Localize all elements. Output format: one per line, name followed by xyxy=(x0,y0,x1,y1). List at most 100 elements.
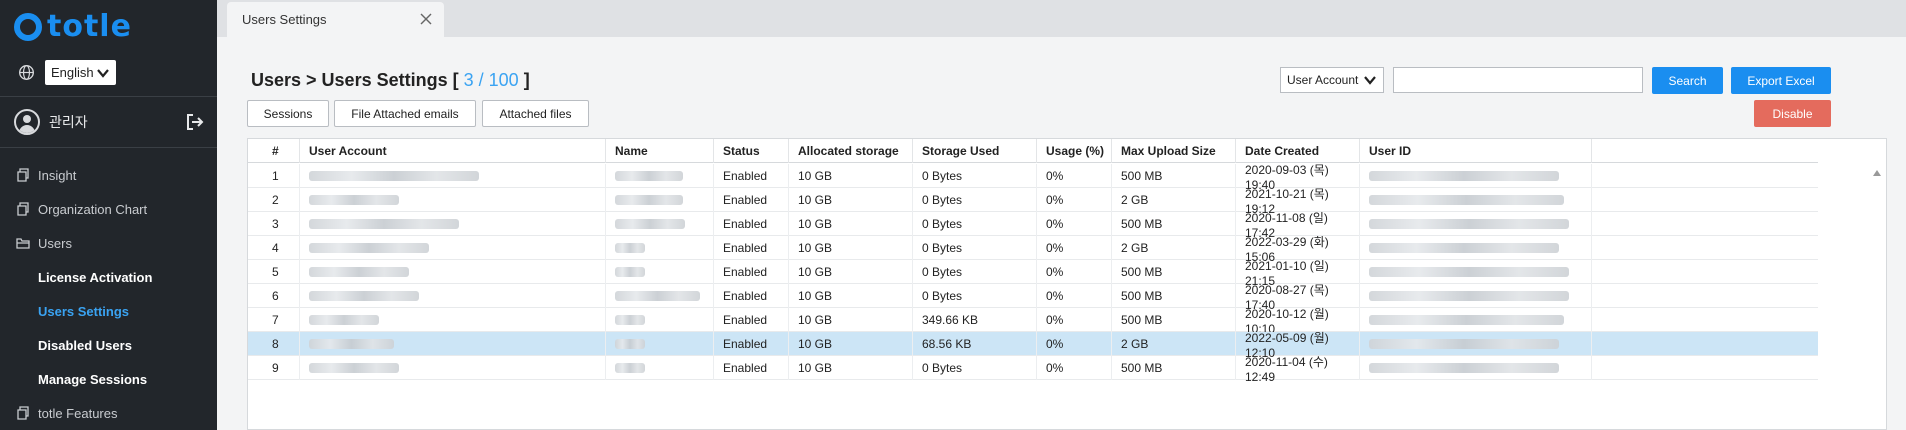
table-cell: 0% xyxy=(1037,356,1112,380)
table-cell: 4 xyxy=(248,236,300,260)
table-cell: Enabled xyxy=(714,260,789,284)
sidebar-item-license-activation[interactable]: License Activation xyxy=(0,260,217,294)
breadcrumb: Users > Users Settings xyxy=(251,70,448,90)
table-cell: 6 xyxy=(248,284,300,308)
document-icon xyxy=(17,168,29,182)
table-cell: 3 xyxy=(248,212,300,236)
redacted-cell xyxy=(606,164,714,188)
disable-label: Disable xyxy=(1772,106,1813,121)
sidebar-item-users-settings[interactable]: Users Settings xyxy=(0,294,217,328)
column-header[interactable]: Allocated storage xyxy=(789,139,913,163)
redacted-text xyxy=(1369,363,1559,373)
table-row[interactable]: 9 Enabled 10 GB 0 Bytes 0% 500 MB 2020-11-04 (… xyxy=(248,355,1886,384)
redacted-text xyxy=(309,315,379,325)
sidebar: totle English 관리자 Insight Organization C… xyxy=(0,0,217,430)
avatar[interactable] xyxy=(14,109,40,135)
language-select[interactable]: English xyxy=(45,60,116,85)
table-cell: 2 GB xyxy=(1112,236,1236,260)
table-row[interactable]: 6 Enabled 10 GB 0 Bytes 0% 500 MB 2020-08-27 (… xyxy=(248,283,1886,312)
redacted-text xyxy=(1369,339,1559,349)
table-cell: 500 MB xyxy=(1112,212,1236,236)
redacted-text xyxy=(615,195,683,205)
chevron-down-icon xyxy=(1364,76,1376,85)
logout-icon[interactable] xyxy=(186,113,204,131)
redacted-text xyxy=(615,315,645,325)
table-cell: 1 xyxy=(248,164,300,188)
table-row[interactable]: 8 Enabled 10 GB 68.56 KB 0% 2 GB 2022-05-09 (월… xyxy=(248,331,1886,360)
redacted-cell xyxy=(1360,188,1592,212)
redacted-text xyxy=(309,339,394,349)
column-header[interactable]: User Account xyxy=(300,139,606,163)
table-cell: 10 GB xyxy=(789,308,913,332)
scroll-up-icon[interactable] xyxy=(1872,169,1882,177)
close-icon[interactable] xyxy=(420,13,432,25)
table-cell: 7 xyxy=(248,308,300,332)
export-excel-button[interactable]: Export Excel xyxy=(1731,67,1831,94)
table-cell: 10 GB xyxy=(789,356,913,380)
disable-button[interactable]: Disable xyxy=(1754,100,1831,127)
table-row[interactable]: 5 Enabled 10 GB 0 Bytes 0% 500 MB 2021-01-10 (… xyxy=(248,259,1886,288)
sidebar-item-organization-chart[interactable]: Organization Chart xyxy=(0,192,217,226)
search-input[interactable] xyxy=(1393,67,1643,93)
table-row[interactable]: 3 Enabled 10 GB 0 Bytes 0% 500 MB 2020-11-08 (… xyxy=(248,211,1886,240)
redacted-cell xyxy=(1360,164,1592,188)
logo-text: totle xyxy=(47,9,132,44)
globe-icon xyxy=(19,65,34,80)
column-header[interactable]: Status xyxy=(714,139,789,163)
column-header[interactable]: Name xyxy=(606,139,714,163)
table-row[interactable]: 4 Enabled 10 GB 0 Bytes 0% 2 GB 2022-03-29 (화)… xyxy=(248,235,1886,264)
logo[interactable]: totle xyxy=(14,12,132,42)
table-cell: 0% xyxy=(1037,236,1112,260)
sidebar-nav: Insight Organization Chart Users License… xyxy=(0,158,217,430)
sidebar-item-label: License Activation xyxy=(38,269,153,285)
table-cell: 0% xyxy=(1037,212,1112,236)
table-scrollbar[interactable] xyxy=(1818,139,1886,429)
redacted-cell xyxy=(1360,260,1592,284)
sidebar-item-totle-features[interactable]: totle Features xyxy=(0,396,217,430)
sidebar-item-users[interactable]: Users xyxy=(0,226,217,260)
table-cell: 0 Bytes xyxy=(913,284,1037,308)
search-button[interactable]: Search xyxy=(1652,67,1723,94)
logo-mark xyxy=(14,13,42,41)
redacted-cell xyxy=(606,260,714,284)
table-cell: 2 GB xyxy=(1112,188,1236,212)
column-header[interactable]: # xyxy=(248,139,300,163)
table-cell: 10 GB xyxy=(789,284,913,308)
redacted-text xyxy=(1369,219,1569,229)
redacted-cell xyxy=(300,332,606,356)
sidebar-item-insight[interactable]: Insight xyxy=(0,158,217,192)
sidebar-item-label: Users xyxy=(38,235,72,251)
divider xyxy=(0,96,217,97)
table-cell: 0 Bytes xyxy=(913,164,1037,188)
column-header[interactable]: Max Upload Size xyxy=(1112,139,1236,163)
tab-users-settings[interactable]: Users Settings xyxy=(227,2,444,37)
column-header[interactable]: User ID xyxy=(1360,139,1592,163)
redacted-text xyxy=(615,243,645,253)
table-cell: Enabled xyxy=(714,212,789,236)
redacted-cell xyxy=(606,284,714,308)
table-row[interactable]: 1 Enabled 10 GB 0 Bytes 0% 500 MB 2020-09-03 (… xyxy=(248,163,1886,192)
sidebar-item-label: totle Features xyxy=(38,405,118,421)
search-field-value: User Account xyxy=(1287,73,1359,87)
column-header[interactable]: Date Created xyxy=(1236,139,1360,163)
attached-files-button[interactable]: Attached files xyxy=(482,100,589,127)
table-cell: Enabled xyxy=(714,308,789,332)
redacted-cell xyxy=(1360,308,1592,332)
table-row[interactable]: 7 Enabled 10 GB 349.66 KB 0% 500 MB 2020-10-12… xyxy=(248,307,1886,336)
search-button-label: Search xyxy=(1668,73,1707,88)
main-content: Users > Users Settings [ 3 / 100 ] User … xyxy=(217,37,1906,430)
sidebar-item-disabled-users[interactable]: Disabled Users xyxy=(0,328,217,362)
table-cell: 2 GB xyxy=(1112,332,1236,356)
redacted-cell xyxy=(606,308,714,332)
table-row[interactable]: 2 Enabled 10 GB 0 Bytes 0% 2 GB 2021-10-21 (목)… xyxy=(248,187,1886,216)
table-cell: 0 Bytes xyxy=(913,188,1037,212)
sidebar-item-manage-sessions[interactable]: Manage Sessions xyxy=(0,362,217,396)
file-attached-emails-button[interactable]: File Attached emails xyxy=(334,100,476,127)
column-header[interactable]: Usage (%) xyxy=(1037,139,1112,163)
column-header[interactable]: Storage Used xyxy=(913,139,1037,163)
table-cell: 2020-11-04 (수) 12:49 xyxy=(1236,355,1360,384)
search-field-select[interactable]: User Account xyxy=(1280,67,1384,93)
redacted-cell xyxy=(300,188,606,212)
sessions-button[interactable]: Sessions xyxy=(247,100,329,127)
redacted-cell xyxy=(606,236,714,260)
